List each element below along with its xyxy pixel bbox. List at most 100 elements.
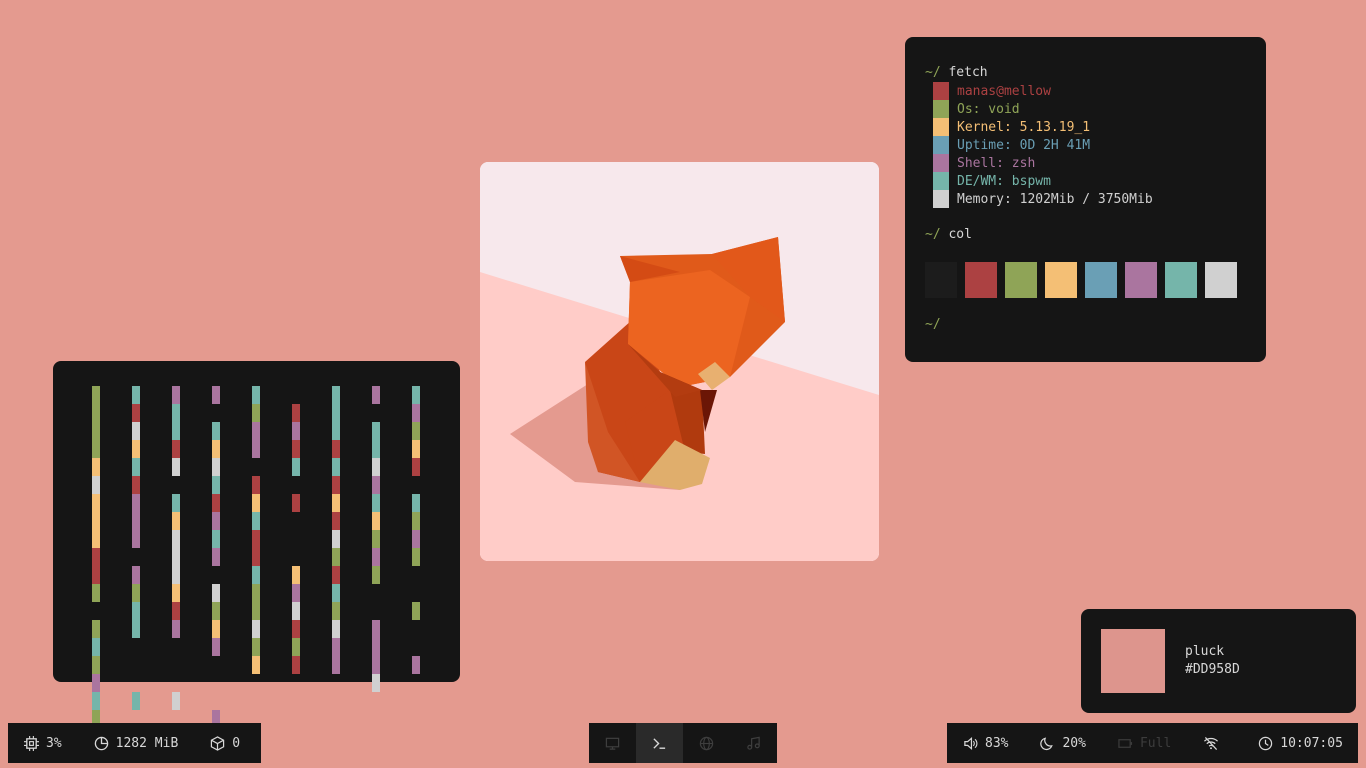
info-user: manas@mellow xyxy=(933,82,1051,100)
clock-module[interactable]: 10:07:05 xyxy=(1242,723,1359,763)
info-os: Os: void xyxy=(933,100,1020,118)
rain-segment xyxy=(212,476,220,494)
rain-segment xyxy=(332,620,340,638)
info-kernel: Kernel: 5.13.19_1 xyxy=(933,118,1090,136)
rain-segment xyxy=(172,404,180,422)
color-block xyxy=(933,82,949,100)
info-user-text: manas@mellow xyxy=(957,83,1051,99)
rain-segment xyxy=(372,656,380,674)
rain-segment xyxy=(412,512,420,530)
rain-segment xyxy=(252,548,260,566)
pie-chart-icon xyxy=(94,736,108,750)
rain-segment xyxy=(292,566,300,584)
rain-segment xyxy=(292,620,300,638)
rain-segment xyxy=(252,584,260,602)
info-memory: Memory: 1202Mib / 3750Mib xyxy=(933,190,1153,208)
cpu-icon xyxy=(24,735,39,751)
palette-swatch-white xyxy=(1205,262,1237,298)
rain-segment xyxy=(172,422,180,440)
volume-module[interactable]: 83% xyxy=(947,723,1024,763)
palette-swatch-black xyxy=(925,262,957,298)
rain-segment xyxy=(172,512,180,530)
music-icon xyxy=(747,736,760,750)
rain-segment xyxy=(92,404,100,422)
memory-value: 1282 MiB xyxy=(115,735,179,751)
rain-segment xyxy=(412,656,420,674)
rain-segment xyxy=(372,422,380,440)
rain-segment xyxy=(332,440,340,458)
workspace-1[interactable] xyxy=(589,723,636,763)
rain-segment xyxy=(92,638,100,656)
moon-icon xyxy=(1040,736,1054,750)
rain-segment xyxy=(252,638,260,656)
rain-segment xyxy=(412,404,420,422)
rain-segment xyxy=(412,386,420,404)
status-bar-left: 3% 1282 MiB 0 xyxy=(8,723,261,763)
rain-segment xyxy=(212,602,220,620)
workspace-2[interactable] xyxy=(636,723,683,763)
rain-segment xyxy=(292,638,300,656)
rain-segment xyxy=(172,620,180,638)
package-icon xyxy=(211,735,225,751)
rain-segment xyxy=(372,674,380,692)
rain-segment xyxy=(252,620,260,638)
color-picker-popup[interactable]: pluck #DD958D xyxy=(1081,609,1356,713)
prompt-line-fetch: ~/ fetch xyxy=(925,64,988,82)
rain-segment xyxy=(212,620,220,638)
workspace-4[interactable] xyxy=(730,723,777,763)
rain-segment xyxy=(292,656,300,674)
rain-segment xyxy=(212,422,220,440)
rain-segment xyxy=(132,530,140,548)
image-viewer-window[interactable] xyxy=(480,162,879,561)
network-module[interactable] xyxy=(1187,723,1242,763)
rain-segment xyxy=(172,692,180,710)
color-block xyxy=(933,118,949,136)
rain-segment xyxy=(372,512,380,530)
rain-segment xyxy=(92,476,100,494)
color-rain-window[interactable] xyxy=(53,361,460,746)
battery-icon xyxy=(1118,738,1133,748)
memory-module[interactable]: 1282 MiB xyxy=(78,723,195,763)
updates-module[interactable]: 0 xyxy=(194,723,256,763)
rain-segment xyxy=(332,386,340,404)
rain-segment xyxy=(372,458,380,476)
color-block xyxy=(933,190,949,208)
rain-segment xyxy=(132,512,140,530)
clock-value: 10:07:05 xyxy=(1280,735,1343,751)
rain-segment xyxy=(92,620,100,638)
battery-module[interactable]: Full xyxy=(1102,723,1187,763)
rain-segment xyxy=(92,656,100,674)
palette-swatch-red xyxy=(965,262,997,298)
rain-segment xyxy=(132,584,140,602)
rain-segment xyxy=(132,602,140,620)
rain-segment xyxy=(332,602,340,620)
rain-segment xyxy=(252,656,260,674)
rain-segment xyxy=(332,584,340,602)
prompt-line-empty: ~/ xyxy=(925,316,941,334)
info-kernel-text: Kernel: 5.13.19_1 xyxy=(957,119,1091,135)
color-block xyxy=(933,100,949,118)
rain-segment xyxy=(92,566,100,584)
rain-segment xyxy=(92,674,100,692)
rain-segment xyxy=(412,440,420,458)
picker-app-name: pluck xyxy=(1185,644,1225,659)
workspace-3[interactable] xyxy=(683,723,730,763)
prompt-line-col: ~/ col xyxy=(925,226,972,244)
workspace-switcher xyxy=(589,723,777,763)
rain-segment xyxy=(92,458,100,476)
info-uptime-text: Uptime: 0D 2H 41M xyxy=(957,137,1091,153)
cpu-module[interactable]: 3% xyxy=(8,723,78,763)
rain-segment xyxy=(332,530,340,548)
rain-segment xyxy=(292,494,300,512)
rain-segment xyxy=(132,386,140,404)
rain-segment xyxy=(132,494,140,512)
battery-value: Full xyxy=(1139,735,1172,751)
palette-swatch-blue xyxy=(1085,262,1117,298)
rain-segment xyxy=(252,440,260,458)
rain-segment xyxy=(332,638,340,656)
rain-segment xyxy=(172,548,180,566)
terminal-window[interactable]: ~/ fetch manas@mellow Os: void Kernel: 5… xyxy=(905,37,1266,362)
rain-segment xyxy=(92,386,100,404)
rain-segment xyxy=(292,440,300,458)
brightness-module[interactable]: 20% xyxy=(1024,723,1101,763)
